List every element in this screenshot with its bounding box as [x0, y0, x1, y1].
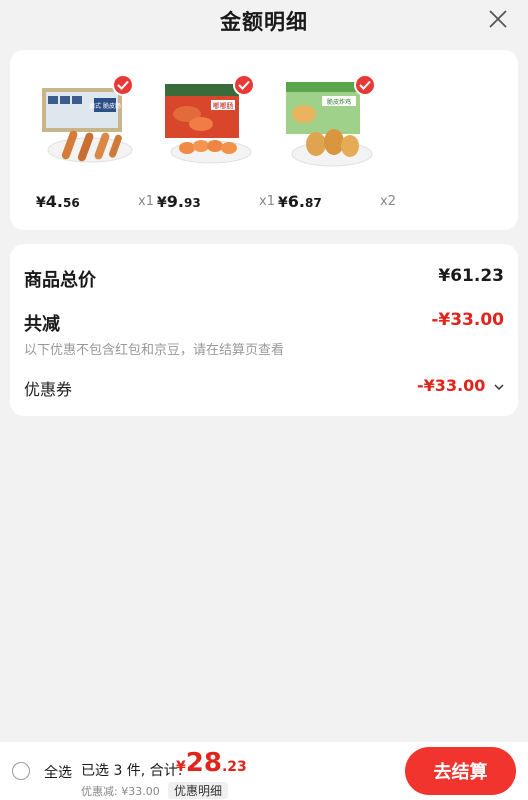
package-label: 脆皮炸鸡 [327, 98, 351, 106]
reduce-note: 以下优惠不包含红包和京豆，请在结算页查看 [24, 343, 285, 358]
selected-check-icon[interactable] [112, 74, 134, 96]
package-label: 德式 脆皮肠 [89, 102, 121, 110]
page-title: 金额明细 [220, 10, 308, 34]
product-quantity: x1 [259, 194, 275, 209]
product-item[interactable]: 德式 脆皮肠 ¥4.56 x1 [36, 74, 158, 244]
reduce-row: 共减 -¥33.00 [24, 310, 504, 336]
discount-detail-button[interactable]: 优惠明细 [168, 782, 229, 799]
product-quantity: x1 [138, 194, 154, 209]
discount-text: 优惠减: ¥33.00 [81, 785, 160, 798]
checkout-button[interactable]: 去结算 [405, 747, 516, 795]
selected-count-text: 已选 3 件, 合计: [81, 763, 183, 779]
total-value: ¥61.23 [438, 266, 504, 286]
package-label: 嘟嘟肠 [213, 101, 234, 110]
chevron-down-icon[interactable] [494, 383, 504, 391]
close-icon[interactable] [488, 9, 508, 29]
reduce-value: -¥33.00 [431, 310, 504, 330]
selected-check-icon[interactable] [233, 74, 255, 96]
total-label: 商品总价 [24, 270, 96, 291]
total-row: 商品总价 ¥61.23 [24, 266, 504, 292]
product-price: ¥4.56 [36, 192, 80, 211]
reduce-note-row: 以下优惠不包含红包和京豆，请在结算页查看 [24, 339, 504, 358]
price-row: ¥4.56 x1 [36, 192, 154, 214]
select-all-label[interactable]: 全选 [44, 762, 72, 782]
select-all-radio[interactable] [12, 762, 30, 780]
header: 金额明细 [0, 0, 528, 40]
product-item[interactable]: 嘟嘟肠 ¥9.93 x1 [157, 74, 279, 244]
coupon-label: 优惠券 [24, 380, 73, 399]
price-row: ¥6.87 x2 [278, 192, 396, 214]
price-summary-card: 商品总价 ¥61.23 共减 -¥33.00 以下优惠不包含红包和京豆，请在结算… [10, 244, 518, 416]
product-item[interactable]: 脆皮炸鸡 ¥6.87 x2 [278, 74, 400, 244]
product-list-card: 德式 脆皮肠 ¥4.56 x1 嘟嘟肠 ¥9.93 x1 脆皮炸鸡 ¥6.87 … [10, 50, 518, 230]
price-row: ¥9.93 x1 [157, 192, 275, 214]
coupon-row[interactable]: 优惠券 -¥33.00 [24, 376, 504, 400]
product-price: ¥9.93 [157, 192, 201, 211]
grand-total: ¥28.23 [176, 748, 247, 778]
product-quantity: x2 [380, 194, 396, 209]
selected-check-icon[interactable] [354, 74, 376, 96]
coupon-value[interactable]: -¥33.00 [417, 376, 504, 395]
product-price: ¥6.87 [278, 192, 322, 211]
reduce-label: 共减 [24, 314, 60, 335]
